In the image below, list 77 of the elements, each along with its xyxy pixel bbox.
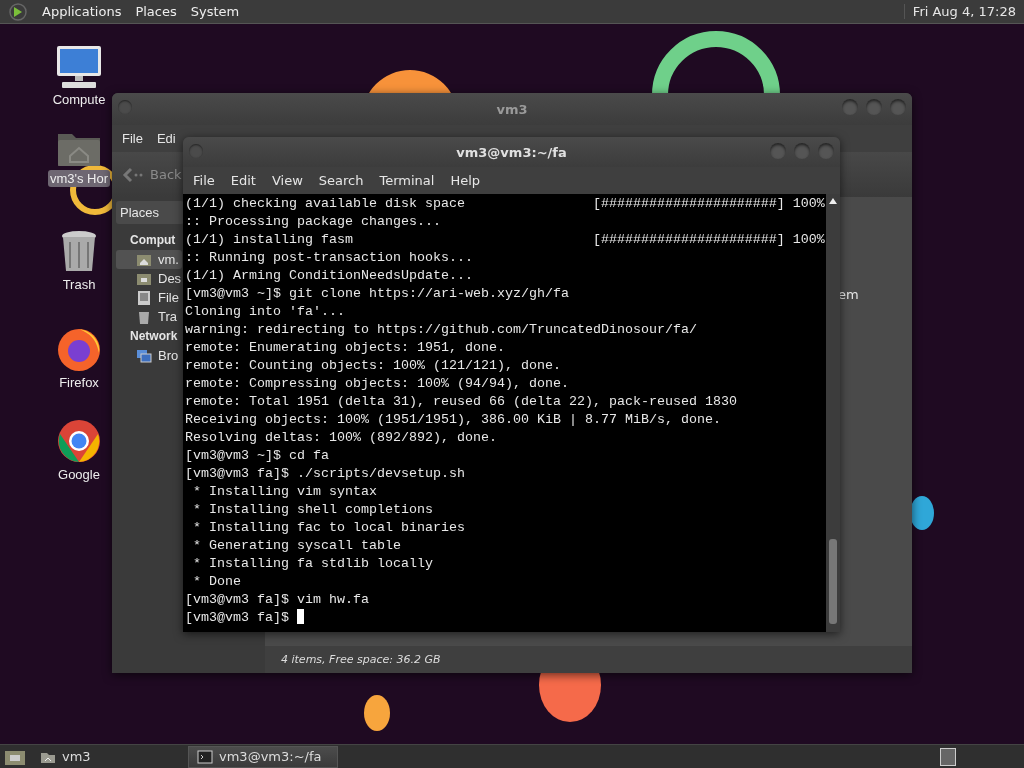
terminal-line: (1/1) Arming ConditionNeedsUpdate...	[185, 267, 474, 285]
menu-logo-icon[interactable]	[8, 1, 28, 22]
workspace-switcher[interactable]	[940, 747, 956, 766]
drive-icon	[136, 289, 152, 306]
menu-item[interactable]: View	[263, 173, 311, 188]
terminal-line: [vm3@vm3 fa]$ vim hw.fa	[185, 591, 370, 609]
window-control-button[interactable]	[818, 143, 834, 159]
sidebar-heading: Comput	[130, 233, 176, 247]
desktop-icon-label[interactable]: Google	[56, 466, 102, 483]
back-arrow-icon	[122, 166, 144, 183]
window-menu-button[interactable]	[189, 144, 203, 158]
terminal-line: remote: Counting objects: 100% (121/121), done.	[185, 357, 562, 375]
window-control-button[interactable]	[890, 99, 906, 115]
terminal-line: (1/1) checking available disk space [######################] 100%	[185, 195, 824, 213]
menu-item[interactable]: File	[122, 131, 143, 146]
wallpaper-blob	[364, 695, 390, 731]
menu-item[interactable]: Help	[442, 173, 489, 188]
sidebar-item[interactable]: Tra	[116, 307, 182, 326]
places-dropdown[interactable]: Places	[116, 201, 184, 224]
sidebar-item[interactable]: Des	[116, 269, 182, 288]
terminal-line: [vm3@vm3 fa]$	[185, 609, 824, 627]
trash-icon	[60, 230, 98, 274]
terminal-line: [vm3@vm3 fa]$ ./scripts/devsetup.sh	[185, 465, 466, 483]
terminal-line: * Installing vim syntax	[192, 483, 378, 501]
terminal-line: [vm3@vm3 ~]$ git clone https://ari-web.xyz/gh/fa	[185, 285, 570, 303]
scroll-thumb[interactable]	[829, 539, 837, 624]
scrollbar[interactable]	[826, 194, 840, 632]
terminal-line: remote: Enumerating objects: 1951, done.	[185, 339, 506, 357]
desktop-icon-label[interactable]: Compute	[50, 91, 108, 108]
sidebar-item[interactable]: Bro	[116, 346, 182, 365]
desktop-icon-label[interactable]: Firefox	[57, 374, 101, 391]
terminal-line: * Installing fa stdlib locally	[192, 555, 434, 573]
text-cursor	[297, 609, 304, 624]
clock[interactable]: Fri Aug 4, 17:28	[903, 4, 1016, 19]
terminal-line: * Done	[192, 573, 242, 591]
desktop-icon-label[interactable]: vm3's Hor	[47, 170, 111, 187]
browser-icon	[56, 418, 102, 464]
terminal-line: * Installing shell completions	[192, 501, 434, 519]
panel-menu[interactable]: Places	[135, 4, 177, 19]
menu-item[interactable]: Edi	[156, 131, 176, 146]
menu-item[interactable]: File	[185, 173, 223, 188]
menu-item[interactable]: Edit	[222, 173, 264, 188]
status-bar: 4 items, Free space: 36.2 GB	[265, 646, 912, 673]
terminal-line: Receiving objects: 100% (1951/1951), 386.00 KiB | 8.77 MiB/s, done.	[185, 411, 722, 429]
window-title: vm3@vm3:~/fa	[456, 144, 567, 160]
menu-item[interactable]: Terminal	[371, 173, 443, 188]
window-control-button[interactable]	[842, 99, 858, 115]
panel-menu[interactable]: System	[190, 4, 240, 19]
window-control-button[interactable]	[794, 143, 810, 159]
computer-icon	[54, 45, 104, 89]
terminal-line: (1/1) installing fasm [######################] 100%	[185, 231, 824, 249]
sidebar-item[interactable]: File	[116, 288, 182, 307]
terminal-line: remote: Compressing objects: 100% (94/94), done.	[185, 375, 570, 393]
sidebar-item[interactable]: vm.	[116, 250, 182, 269]
sidebar-heading: Network	[130, 329, 178, 343]
terminal-line: [vm3@vm3 ~]$ cd fa	[185, 447, 330, 465]
network-icon	[136, 347, 152, 364]
menu-item[interactable]: Search	[310, 173, 372, 188]
terminal-line: :: Processing package changes...	[185, 213, 442, 231]
taskbar-button[interactable]: vm3	[32, 745, 182, 768]
browser-icon	[56, 326, 102, 372]
terminal-line: remote: Total 1951 (delta 31), reused 66 (delta 22), pack-reused 1830	[185, 393, 738, 411]
terminal-icon	[197, 748, 213, 765]
terminal-line: * Generating syscall table	[192, 537, 402, 555]
taskbar-button[interactable]: vm3@vm3:~/fa	[188, 745, 338, 768]
window-control-button[interactable]	[770, 143, 786, 159]
window-control-button[interactable]	[866, 99, 882, 115]
terminal-line: Cloning into 'fa'...	[185, 303, 346, 321]
terminal-line: Resolving deltas: 100% (892/892), done.	[185, 429, 498, 447]
terminal-line: :: Running post-transaction hooks...	[185, 249, 474, 267]
terminal-line: warning: redirecting to https://github.com/TruncatedDinosour/fa/	[185, 321, 698, 339]
panel-menu[interactable]: Applications	[42, 4, 122, 19]
terminal-line: * Installing fac to local binaries	[192, 519, 466, 537]
window-menu-button[interactable]	[118, 100, 132, 114]
desktop-icon-label[interactable]: Trash	[60, 276, 98, 293]
wallpaper-blob	[910, 496, 934, 530]
window-title: vm3	[496, 101, 528, 117]
